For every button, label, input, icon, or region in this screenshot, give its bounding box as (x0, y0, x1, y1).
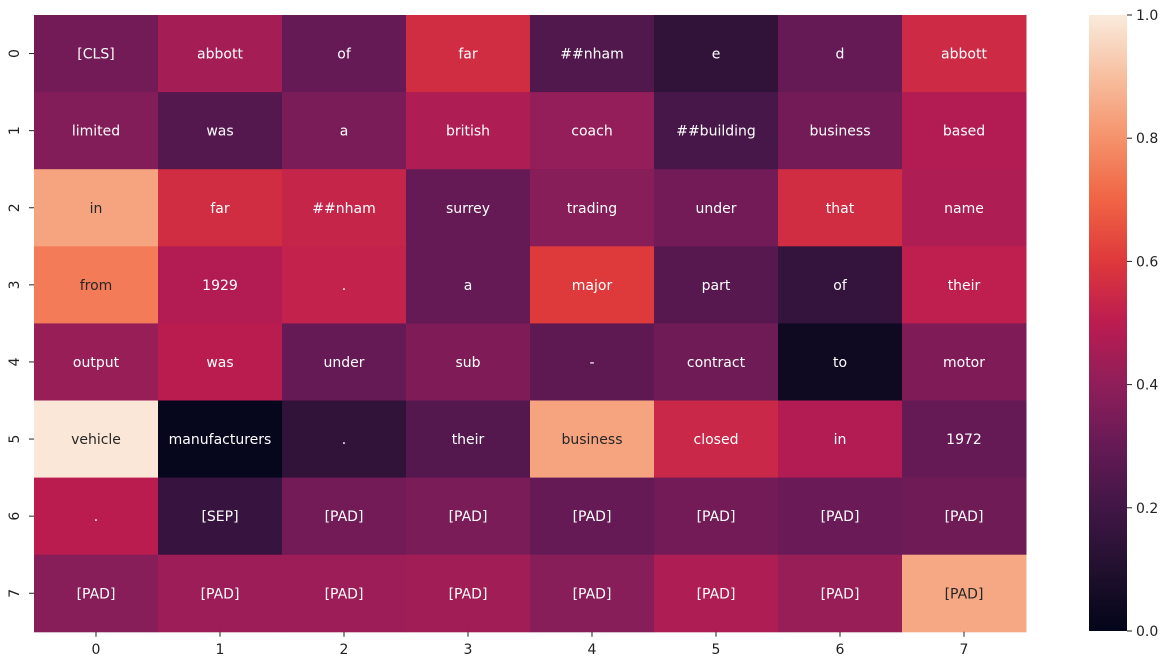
heatmap-cell-label-6-6: [PAD] (821, 509, 860, 525)
heatmap-cell-label-7-7: [PAD] (945, 586, 984, 602)
heatmap-cell-label-3-0: from (80, 278, 113, 294)
heatmap-cell-label-1-0: limited (72, 124, 120, 140)
heatmap-cell-label-5-7: 1972 (946, 432, 982, 448)
heatmap-cell-label-2-6: that (826, 201, 855, 217)
heatmap-cell-label-1-1: was (206, 124, 233, 140)
y-tick-label-0: 0 (7, 49, 23, 58)
heatmap-cell-label-4-1: was (206, 355, 233, 371)
x-axis: 0 1 2 3 4 5 6 7 (92, 631, 969, 658)
heatmap-cell-label-2-3: surrey (446, 201, 490, 217)
y-tick-label-5: 5 (7, 435, 23, 444)
heatmap-cell-label-4-7: motor (943, 355, 985, 371)
heatmap-cell-label-1-2: a (340, 124, 349, 140)
heatmap-cell-label-5-2: . (342, 432, 346, 448)
heatmap-cell-label-2-5: under (695, 201, 736, 217)
y-tick-label-7: 7 (7, 589, 23, 598)
colorbar-ticks: 0.0 0.2 0.4 0.6 0.8 1.0 (1127, 8, 1158, 640)
heatmap-cell-label-7-5: [PAD] (697, 586, 736, 602)
y-tick-label-3: 3 (7, 280, 23, 289)
heatmap-cell-label-0-5: e (712, 47, 721, 63)
x-tick-label-1: 1 (216, 642, 225, 658)
heatmap-cell-label-6-5: [PAD] (697, 509, 736, 525)
y-tick-label-4: 4 (7, 357, 23, 366)
heatmap-cell-label-5-0: vehicle (71, 432, 121, 448)
heatmap-cell-label-6-7: [PAD] (945, 509, 984, 525)
colorbar-tick-label-0: 0.0 (1136, 624, 1158, 640)
heatmap-cell-label-3-5: part (702, 278, 731, 294)
heatmap-cell-label-0-1: abbott (197, 47, 243, 63)
heatmap-cell-label-2-0: in (90, 201, 103, 217)
colorbar-tick-label-3: 0.6 (1136, 254, 1158, 270)
x-tick-label-0: 0 (92, 642, 101, 658)
heatmap-cell-label-5-3: their (452, 432, 485, 448)
heatmap-cell-label-0-0: [CLS] (77, 47, 114, 63)
heatmap-cell-label-7-6: [PAD] (821, 586, 860, 602)
heatmap-cell-label-4-4: - (589, 355, 594, 371)
heatmap-cell-label-3-3: a (464, 278, 473, 294)
x-tick-label-7: 7 (960, 642, 969, 658)
x-tick-label-3: 3 (464, 642, 473, 658)
colorbar-tick-label-4: 0.8 (1136, 131, 1158, 147)
heatmap-cell-label-6-0: . (94, 509, 98, 525)
heatmap-cell-label-7-2: [PAD] (325, 586, 364, 602)
y-axis: 0 1 2 3 4 5 6 7 (7, 49, 34, 598)
heatmap-cell-label-1-3: british (446, 124, 490, 140)
heatmap-cell-label-7-3: [PAD] (449, 586, 488, 602)
heatmap-cell-label-5-5: closed (694, 432, 739, 448)
colorbar-tick-label-2: 0.4 (1136, 378, 1158, 394)
heatmap-cell-label-1-5: ##building (676, 124, 756, 140)
y-tick-label-2: 2 (7, 203, 23, 212)
heatmap-cell-label-3-1: 1929 (202, 278, 238, 294)
heatmap-cell-label-4-2: under (323, 355, 364, 371)
heatmap-cell-label-0-2: of (337, 47, 352, 63)
heatmap-cell-label-2-4: trading (567, 201, 617, 217)
heatmap-cell-label-0-3: far (458, 47, 478, 63)
heatmap-cell-label-0-4: ##nham (560, 47, 623, 63)
heatmap-cell-label-1-4: coach (571, 124, 612, 140)
heatmap-cell-label-5-4: business (561, 432, 622, 448)
heatmap-cell-label-4-3: sub (455, 355, 480, 371)
colorbar-tick-label-1: 0.2 (1136, 501, 1158, 517)
colorbar-tick-label-5: 1.0 (1136, 8, 1158, 24)
heatmap-cell-label-5-6: in (834, 432, 847, 448)
heatmap-cell-label-4-0: output (73, 355, 120, 371)
heatmap-chart: [CLS] abbott of far ##nham e d abbott limited was… (7, 8, 1158, 658)
heatmap-cell-label-1-7: based (943, 124, 985, 140)
heatmap-cell-label-5-1: manufacturers (169, 432, 272, 448)
x-tick-label-2: 2 (340, 642, 349, 658)
heatmap-cells (34, 15, 1027, 633)
heatmap-cell-label-3-7: their (948, 278, 981, 294)
heatmap-cell-label-6-3: [PAD] (449, 509, 488, 525)
heatmap-cell-label-4-5: contract (687, 355, 746, 371)
heatmap-cell-label-3-4: major (572, 278, 613, 294)
x-tick-label-6: 6 (836, 642, 845, 658)
heatmap-cell-label-6-4: [PAD] (573, 509, 612, 525)
y-tick-label-1: 1 (7, 126, 23, 135)
heatmap-cell-label-1-6: business (809, 124, 870, 140)
colorbar: 0.0 0.2 0.4 0.6 0.8 1.0 (1089, 8, 1158, 640)
x-tick-label-4: 4 (588, 642, 597, 658)
heatmap-cell-label-2-1: far (210, 201, 230, 217)
heatmap-cell-label-3-2: . (342, 278, 346, 294)
heatmap-cell-label-7-0: [PAD] (77, 586, 116, 602)
y-tick-label-6: 6 (7, 512, 23, 521)
heatmap-cell-label-2-2: ##nham (312, 201, 375, 217)
heatmap-cell-label-6-1: [SEP] (201, 509, 238, 525)
colorbar-gradient (1089, 15, 1127, 631)
heatmap-cell-label-7-4: [PAD] (573, 586, 612, 602)
heatmap-cell-label-4-6: to (833, 355, 847, 371)
heatmap-cell-label-2-7: name (944, 201, 984, 217)
heatmap-cell-label-3-6: of (833, 278, 848, 294)
heatmap-cell-label-0-6: d (836, 47, 845, 63)
x-tick-label-5: 5 (712, 642, 721, 658)
heatmap-cell-label-7-1: [PAD] (201, 586, 240, 602)
heatmap-cell-label-6-2: [PAD] (325, 509, 364, 525)
heatmap-cell-label-0-7: abbott (941, 47, 987, 63)
